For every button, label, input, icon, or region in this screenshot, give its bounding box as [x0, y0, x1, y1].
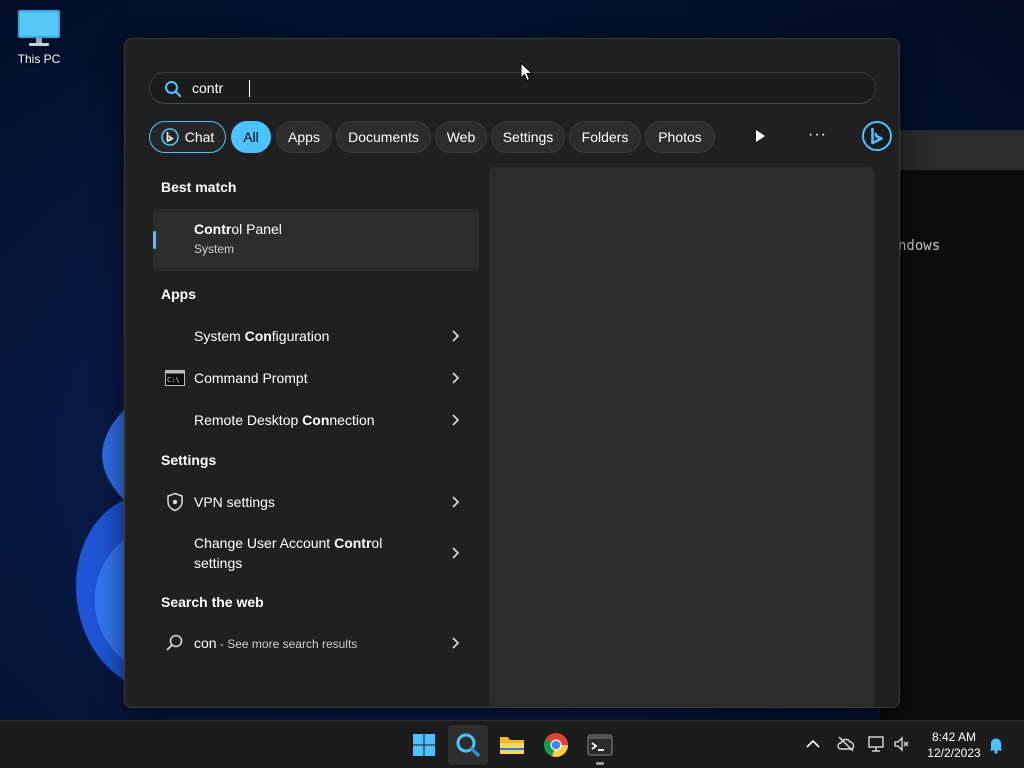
filter-apps-button[interactable]: Apps: [276, 121, 332, 153]
filter-folders-button[interactable]: Folders: [569, 121, 641, 153]
result-label: System Configuration: [194, 328, 330, 344]
running-indicator: [596, 762, 604, 765]
clock[interactable]: 8:42 AM 12/2/2023: [918, 729, 990, 761]
svg-text:C:\: C:\: [167, 376, 180, 384]
chevron-right-icon[interactable]: [451, 372, 459, 384]
result-subtitle: System: [194, 242, 235, 256]
result-system-configuration[interactable]: System Configuration: [153, 322, 479, 350]
filter-chat-label: Chat: [184, 129, 215, 145]
result-label: Command Prompt: [194, 370, 308, 386]
result-vpn-settings[interactable]: VPN settings: [153, 488, 479, 516]
text-caret: [249, 80, 250, 97]
result-label: Change User Account Control settings: [194, 535, 383, 571]
filter-all-button[interactable]: All: [231, 121, 271, 153]
web-search-suffix: - See more search results: [216, 637, 358, 651]
bing-icon[interactable]: [861, 120, 893, 152]
settings-heading: Settings: [161, 452, 217, 468]
uac-icon: [165, 543, 185, 563]
taskbar: 8:42 AM 12/2/2023: [0, 720, 1024, 768]
filter-documents-button[interactable]: Documents: [336, 121, 431, 153]
remote-desktop-icon: [165, 410, 185, 430]
preview-pane: [489, 167, 875, 707]
match-highlight: Contr: [194, 221, 232, 237]
search-box[interactable]: [149, 72, 876, 104]
network-icon[interactable]: [866, 735, 886, 753]
filter-bar: Chat All Apps Documents Web Settings Fol…: [149, 120, 892, 154]
chevron-right-icon[interactable]: [451, 330, 459, 342]
background-terminal-window[interactable]: ndows: [880, 130, 1024, 720]
wallpaper-bloom: [76, 410, 140, 680]
result-control-panel[interactable]: Control Panel System: [153, 209, 479, 271]
result-remote-desktop-connection[interactable]: Remote Desktop Connection: [153, 406, 479, 434]
search-icon: [165, 81, 182, 98]
search-icon: [166, 634, 183, 651]
desktop-icon-label: This PC: [17, 52, 61, 66]
best-match-heading: Best match: [161, 179, 237, 195]
chevron-right-icon[interactable]: [451, 637, 459, 649]
start-search-panel: Chat All Apps Documents Web Settings Fol…: [124, 38, 900, 708]
chevron-right-icon[interactable]: [451, 414, 459, 426]
more-options-button[interactable]: ···: [808, 126, 827, 144]
background-window-titlebar[interactable]: [880, 130, 1024, 170]
chevron-right-icon[interactable]: [451, 496, 459, 508]
filter-settings-button[interactable]: Settings: [491, 121, 565, 153]
windows-logo-icon: [413, 734, 435, 756]
apps-heading: Apps: [161, 286, 196, 302]
background-window-text: ndows: [898, 238, 941, 254]
desktop-icon-this-pc[interactable]: This PC: [8, 8, 70, 66]
search-input[interactable]: [192, 73, 792, 103]
shield-icon: [167, 492, 183, 512]
onedrive-offline-icon[interactable]: [836, 735, 856, 753]
notification-bell-icon[interactable]: [988, 736, 1004, 754]
clock-time: 8:42 AM: [931, 730, 977, 744]
monitor-icon: [18, 10, 60, 46]
control-panel-icon: [165, 230, 185, 250]
chrome-icon: [544, 733, 568, 757]
chrome-button[interactable]: [536, 725, 576, 765]
volume-muted-icon[interactable]: [893, 735, 911, 753]
play-icon[interactable]: [754, 129, 766, 143]
system-configuration-icon: [165, 326, 185, 346]
mouse-cursor-icon: [520, 62, 534, 82]
filter-photos-button[interactable]: Photos: [645, 121, 715, 153]
selection-accent: [153, 231, 156, 249]
file-explorer-button[interactable]: [492, 725, 532, 765]
filter-chat-button[interactable]: Chat: [149, 121, 226, 153]
result-label: VPN settings: [194, 494, 275, 510]
result-title-rest: ol Panel: [231, 221, 282, 237]
chevron-up-icon[interactable]: [806, 739, 820, 749]
chevron-right-icon[interactable]: [451, 547, 459, 559]
result-command-prompt[interactable]: C:\ Command Prompt: [153, 364, 479, 392]
folder-icon: [500, 737, 524, 754]
terminal-icon: [587, 734, 613, 756]
taskbar-search-button[interactable]: [448, 725, 488, 765]
bing-chat-icon: [160, 128, 179, 146]
search-web-heading: Search the web: [161, 594, 264, 610]
result-change-uac-settings[interactable]: Change User Account Control settings: [153, 530, 479, 576]
terminal-button[interactable]: [580, 725, 620, 765]
result-label: con - See more search results: [194, 635, 358, 651]
result-label: Remote Desktop Connection: [194, 412, 375, 428]
clock-date: 12/2/2023: [927, 746, 981, 760]
filter-web-button[interactable]: Web: [435, 121, 487, 153]
command-prompt-icon: C:\: [165, 370, 185, 386]
search-icon: [456, 733, 480, 757]
result-control-panel-text: Control Panel System: [194, 219, 282, 259]
start-button[interactable]: [404, 725, 444, 765]
result-web-search[interactable]: con - See more search results: [153, 629, 479, 657]
